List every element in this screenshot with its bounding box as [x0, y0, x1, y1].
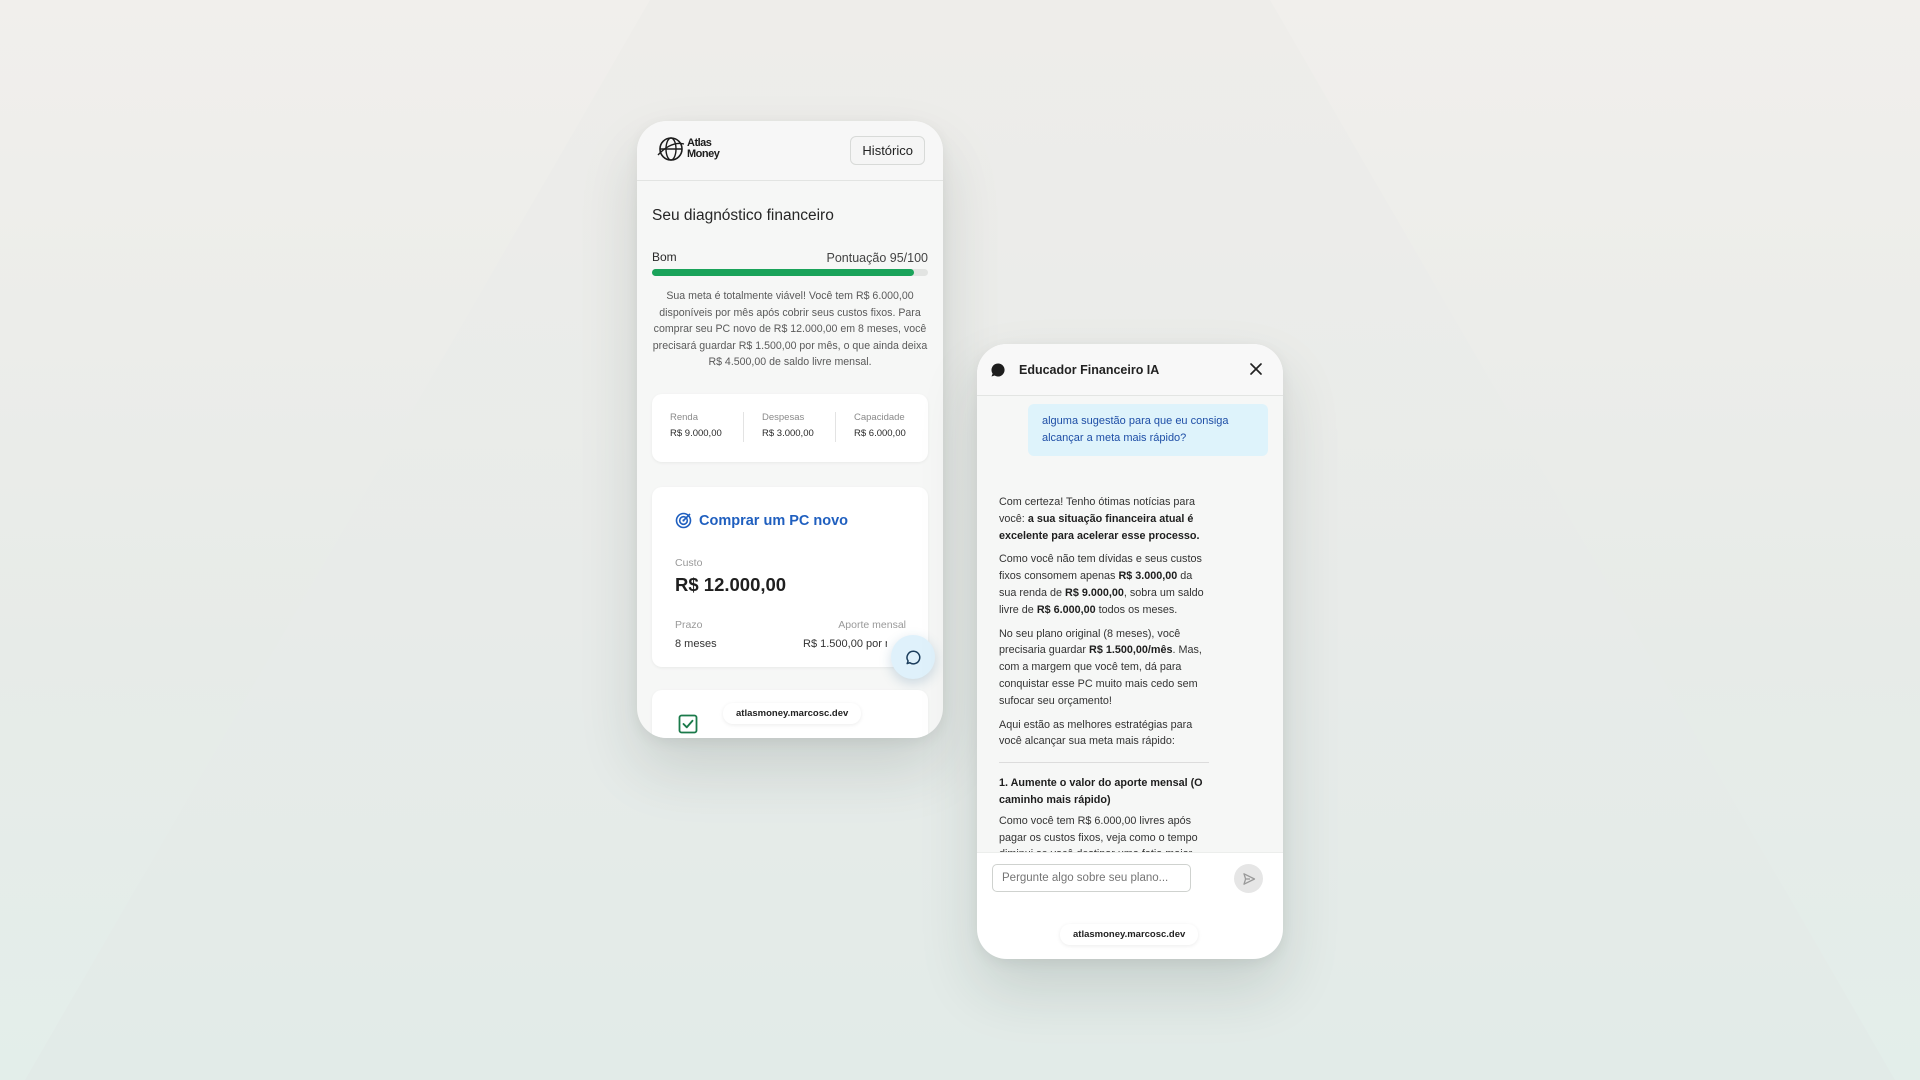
goal-card[interactable]: Comprar um PC novo Custo R$ 12.000,00 Pr…: [652, 487, 935, 679]
stat-capacity: Capacidade R$ 6.000,00: [854, 412, 906, 439]
stat-label: Despesas: [762, 412, 805, 423]
chat-title: Educador Financeiro IA: [1019, 363, 1160, 377]
send-icon: [1242, 872, 1255, 885]
chat-input-bar: [977, 852, 1283, 910]
goal-title: Comprar um PC novo: [699, 512, 849, 529]
ai-paragraph: Aqui estão as melhores estratégias para …: [999, 718, 1193, 748]
phone-chat-screen: Educador Financeiro IA alguma sugestão p…: [977, 344, 1283, 959]
chat-header: Educador Financeiro IA: [977, 344, 1283, 396]
stat-income: Renda R$ 9.000,00: [670, 412, 722, 439]
brand-name: Atlas Money: [687, 138, 720, 160]
ai-paragraph: No seu plano original (8 meses), você pr…: [999, 626, 1211, 710]
page-title: Seu diagnóstico financeiro: [652, 207, 834, 224]
stat-divider: [743, 412, 744, 442]
stat-label: Renda: [670, 412, 698, 423]
contribution-label: Aporte mensal: [838, 619, 906, 631]
brand-line-2: Money: [687, 148, 720, 160]
ai-bold-text: R$ 1.500,00/mês: [1089, 644, 1173, 657]
contribution-value: R$ 1.500,00 por mês: [803, 638, 887, 650]
term-label: Prazo: [675, 619, 703, 631]
stat-expenses: Despesas R$ 3.000,00: [762, 412, 814, 439]
ai-paragraph: Como você tem R$ 6.000,00 livres após pa…: [999, 814, 1198, 852]
cost-value: R$ 12.000,00: [675, 574, 787, 595]
stat-value: R$ 9.000,00: [670, 428, 722, 439]
ai-bold-text: a sua situação financeira atual é excele…: [999, 512, 1200, 542]
ai-paragraph: Com certeza! Tenho ótimas notícias para …: [999, 494, 1211, 544]
ai-paragraph: Como você não tem dívidas e seus custos …: [999, 551, 1211, 618]
term-value: 8 meses: [675, 638, 717, 650]
background: [0, 0, 1920, 1080]
chat-bubble-icon: [905, 649, 920, 665]
chat-icon: [991, 363, 1005, 377]
phone-diagnosis-screen: Atlas Money Histórico Seu diagnóstico fi…: [637, 121, 943, 738]
chat-input[interactable]: [992, 864, 1191, 892]
stat-value: R$ 3.000,00: [762, 428, 814, 439]
diagnosis-summary: Sua meta é totalmente viável! Você tem R…: [652, 290, 928, 368]
atlas-money-logo[interactable]: Atlas Money: [657, 135, 720, 163]
globe-logo-icon: [657, 137, 685, 161]
chat-messages[interactable]: alguma sugestão para que eu consiga alca…: [977, 396, 1283, 852]
url-pill: atlasmoney.marcosc.dev: [1060, 924, 1199, 945]
ai-text: todos os meses.: [1095, 603, 1178, 616]
user-message: alguma sugestão para que eu consiga alca…: [1028, 404, 1268, 456]
stat-label: Capacidade: [854, 412, 905, 423]
goal-header: Comprar um PC novo: [675, 512, 848, 529]
cost-label: Custo: [675, 557, 703, 569]
stats-card: Renda R$ 9.000,00 Despesas R$ 3.000,00 C…: [652, 394, 928, 462]
close-icon[interactable]: [1249, 362, 1263, 376]
history-button[interactable]: Histórico: [850, 136, 925, 165]
score-progress-bar: [652, 269, 928, 276]
ai-divider: [999, 762, 1209, 764]
ai-bold-text: R$ 6.000,00: [1036, 603, 1096, 616]
stat-value: R$ 6.000,00: [854, 428, 906, 439]
chat-open-button[interactable]: [891, 635, 935, 679]
ai-bold-text: R$ 3.000,00: [1118, 570, 1178, 583]
score-progress-fill: [652, 269, 915, 276]
score-text: Pontuação 95/100: [826, 251, 928, 265]
stat-divider: [835, 412, 836, 442]
app-header: Atlas Money Histórico: [637, 121, 943, 181]
ai-message: Com certeza! Tenho ótimas notícias para …: [999, 494, 1211, 852]
send-button[interactable]: [1234, 864, 1263, 893]
ai-bold-text: R$ 9.000,00: [1065, 586, 1124, 599]
ai-heading: 1. Aumente o valor do aporte mensal (O c…: [999, 777, 1203, 806]
status-label: Bom: [652, 250, 677, 264]
checkbox-icon[interactable]: [678, 714, 698, 734]
target-icon: [675, 512, 692, 529]
diagnosis-content: Seu diagnóstico financeiro Bom Pontuação…: [637, 181, 943, 738]
url-pill: atlasmoney.marcosc.dev: [723, 703, 862, 724]
